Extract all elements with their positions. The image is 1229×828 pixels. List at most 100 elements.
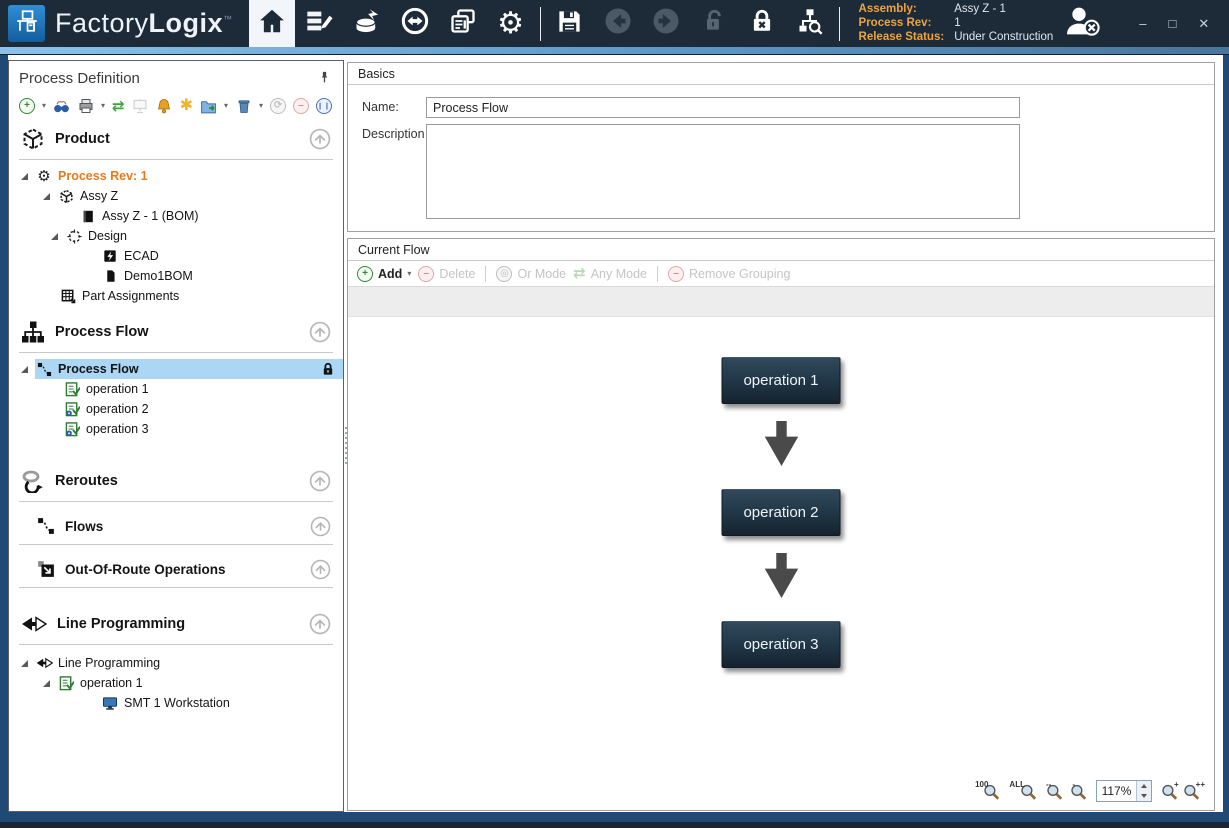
cube-icon (57, 189, 75, 204)
remote-session-button[interactable] (391, 0, 439, 47)
tree-item-bom[interactable]: Assy Z - 1 (BOM) (9, 206, 343, 226)
star-icon[interactable]: ✱ (180, 98, 193, 114)
add-icon[interactable]: + (19, 98, 35, 114)
save-button[interactable] (546, 0, 594, 47)
export-folder-icon[interactable] (200, 98, 217, 115)
expander-icon[interactable] (21, 660, 28, 667)
name-input[interactable] (426, 97, 1020, 118)
zoom-fit-all-button[interactable]: ALL (1009, 783, 1037, 800)
tree-item-lp-operation-1[interactable]: operation 1 (9, 673, 343, 693)
app-window: FactoryLogix™ (0, 0, 1229, 828)
flow-subheader-strip (348, 287, 1214, 317)
collapse-flows-icon[interactable] (310, 516, 331, 537)
pause-icon[interactable]: ❙❙ (316, 98, 332, 114)
section-out-of-route[interactable]: Out-Of-Route Operations (9, 553, 343, 585)
section-process-flow[interactable]: Process Flow (9, 314, 343, 350)
logout-user-button[interactable] (1053, 0, 1113, 47)
minimize-button[interactable]: – (1139, 16, 1146, 31)
unlock-button (690, 0, 738, 47)
search-binoculars-icon[interactable] (53, 98, 70, 115)
process-edit-button[interactable] (295, 0, 343, 47)
collapse-line-programming-icon[interactable] (309, 613, 331, 635)
print-icon[interactable] (77, 98, 94, 115)
tree-item-process-rev[interactable]: ⚙ Process Rev: 1 (9, 166, 343, 186)
tree-item-smt-workstation[interactable]: SMT 1 Workstation (9, 693, 343, 713)
expander-icon[interactable] (43, 193, 50, 200)
remove-grouping-button: – Remove Grouping (668, 266, 790, 282)
down-arrow-icon (760, 421, 802, 472)
tree-label: ECAD (124, 249, 159, 263)
close-button[interactable]: ✕ (1198, 16, 1209, 32)
pin-icon[interactable] (318, 71, 331, 88)
zoom-in-fast-button[interactable]: ++ (1183, 783, 1200, 800)
divider (19, 644, 333, 645)
shuffle-icon[interactable]: ⇄ (112, 99, 125, 114)
tree-item-demo1bom[interactable]: Demo1BOM (9, 266, 343, 286)
add-caret-icon[interactable]: ▾ (407, 270, 411, 278)
expander-icon[interactable] (21, 173, 28, 180)
zoom-level-spinner[interactable]: 117% (1096, 780, 1152, 802)
zoom-100-button[interactable]: 100 (975, 783, 1000, 800)
section-product-label: Product (55, 131, 110, 147)
zoom-out-fast-button[interactable]: -- (1046, 783, 1063, 800)
section-reroutes[interactable]: Reroutes (9, 463, 343, 499)
ecad-icon (101, 249, 119, 263)
flow-node-operation-3[interactable]: operation 3 (722, 621, 841, 668)
collapse-reroutes-icon[interactable] (309, 470, 331, 492)
expander-icon[interactable] (43, 680, 50, 687)
collapse-product-icon[interactable] (309, 128, 331, 150)
zoom-level-value[interactable]: 117% (1097, 781, 1136, 801)
collapse-process-flow-icon[interactable] (309, 321, 331, 343)
flow-search-button[interactable] (786, 0, 834, 47)
flow-diagram: operation 1 operation 2 (722, 357, 841, 668)
book-icon (79, 209, 97, 224)
operation-icon (57, 676, 75, 691)
tree-item-operation-3[interactable]: operation 3 (9, 419, 343, 439)
export-caret-icon[interactable]: ▾ (224, 102, 228, 110)
maximize-button[interactable]: □ (1169, 16, 1177, 31)
expander-icon[interactable] (51, 233, 58, 240)
brand-bold: Logix (149, 8, 224, 38)
tree-item-assy-z[interactable]: Assy Z (9, 186, 343, 206)
description-input[interactable] (426, 124, 1020, 219)
add-caret-icon[interactable]: ▾ (42, 102, 46, 110)
divider (19, 159, 333, 160)
section-process-flow-label: Process Flow (55, 324, 148, 340)
tree-item-process-flow[interactable]: Process Flow (9, 359, 343, 379)
trash-icon[interactable] (235, 98, 252, 115)
tree-item-design[interactable]: Design (9, 226, 343, 246)
collapse-out-of-route-icon[interactable] (310, 559, 331, 580)
zoom-spin-down[interactable] (1137, 791, 1151, 801)
selected-row-highlight[interactable]: Process Flow (35, 359, 343, 379)
home-button[interactable] (249, 0, 295, 47)
settings-button[interactable]: ⚙ (487, 0, 535, 47)
any-mode-label: Any Mode (591, 267, 647, 281)
tree-item-ecad[interactable]: ECAD (9, 246, 343, 266)
zoom-out-button[interactable]: - (1072, 783, 1087, 800)
flow-node-operation-1[interactable]: operation 1 (722, 357, 841, 404)
back-button (594, 0, 642, 47)
flows-icon (37, 517, 55, 535)
lock-release-button[interactable] (738, 0, 786, 47)
data-import-button[interactable] (343, 0, 391, 47)
zoom-in-button[interactable]: + (1161, 783, 1174, 800)
forms-button[interactable] (439, 0, 487, 47)
trash-caret-icon[interactable]: ▾ (259, 102, 263, 110)
tree-item-operation-1[interactable]: operation 1 (9, 379, 343, 399)
flow-canvas[interactable]: operation 1 operation 2 (348, 319, 1214, 810)
add-operation-button[interactable]: + Add ▾ (357, 266, 411, 282)
section-product[interactable]: Product (9, 121, 343, 157)
panel-title: Process Definition (19, 70, 140, 87)
print-caret-icon[interactable]: ▾ (101, 102, 105, 110)
tree-item-part-assignments[interactable]: Part Assignments (9, 286, 343, 306)
bell-icon[interactable] (156, 98, 173, 115)
expander-icon[interactable] (21, 366, 28, 373)
zoom-spin-up[interactable] (1137, 781, 1151, 791)
section-line-programming[interactable]: Line Programming (9, 606, 343, 642)
tree-item-operation-2[interactable]: operation 2 (9, 399, 343, 419)
section-flows[interactable]: Flows (9, 510, 343, 542)
flow-node-operation-2[interactable]: operation 2 (722, 489, 841, 536)
tree-item-line-programming[interactable]: Line Programming (9, 653, 343, 673)
section-out-of-route-label: Out-Of-Route Operations (65, 562, 226, 577)
delete-icon: – (418, 266, 434, 282)
